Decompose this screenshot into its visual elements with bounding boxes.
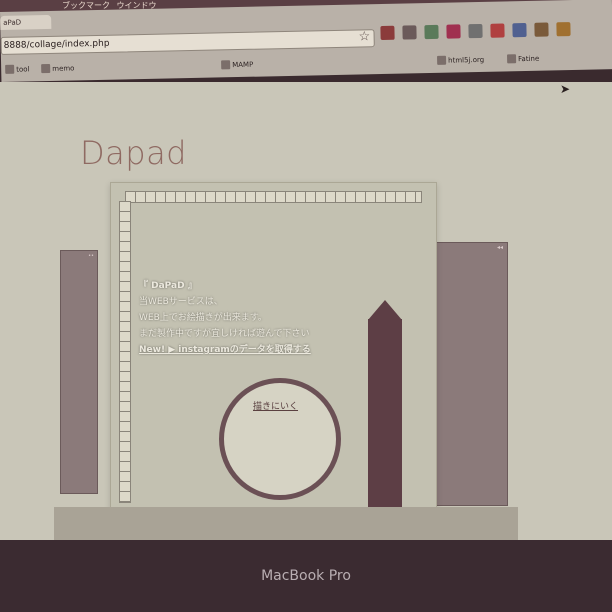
extension-icon[interactable] (402, 25, 417, 40)
intro-line: WEB上でお絵描きが出来ます。 (139, 313, 267, 323)
bookmark-fatine[interactable]: Fatine (506, 54, 539, 64)
mamp-icon (221, 60, 231, 70)
address-bar[interactable]: 8888/collage/index.php (0, 29, 375, 55)
ruler-top (125, 191, 422, 203)
page-icon (506, 54, 517, 64)
extension-icon[interactable] (490, 23, 505, 38)
intro-title: 『 DaPaD 』 (139, 281, 197, 291)
draw-circle-button[interactable] (219, 378, 341, 500)
folder-icon (41, 63, 51, 74)
extension-icon[interactable] (424, 24, 439, 40)
bookmark-memo[interactable]: memo (41, 63, 75, 74)
laptop-brand: MacBook Pro (261, 568, 351, 584)
menu-bookmarks[interactable]: ブックマーク (62, 1, 110, 10)
intro-line: 当WEBサービスは、 (139, 297, 223, 307)
desk-surface (54, 507, 518, 543)
extension-icon[interactable] (512, 22, 527, 38)
page-icon (437, 55, 447, 65)
stylus-tip (368, 300, 402, 320)
site-logo[interactable]: Dapad (80, 134, 187, 172)
stylus-pen (368, 319, 402, 539)
tablet-buttons-icon: •• (88, 253, 94, 259)
ruler-left (119, 201, 131, 503)
decorative-tablet-left: •• (60, 250, 98, 494)
draw-link[interactable]: 描きにいく (253, 399, 298, 412)
extension-icon[interactable] (380, 25, 395, 41)
bookmark-html5j[interactable]: html5j.org (437, 55, 484, 65)
mouse-cursor-icon: ➤ (560, 82, 571, 96)
instagram-link[interactable]: New! ▶ instagramのデータを取得する (139, 345, 311, 355)
news-link[interactable]: New! ▶ instagramのデータを取得する (139, 342, 311, 358)
web-page: ➤ Dapad •• ◂◂ 『 DaPaD 』 当WEBサービスは、 WEB上で… (0, 82, 612, 543)
browser-chrome: aPaD 8888/collage/index.php ☆ tool memo … (0, 0, 612, 82)
bookmark-star-icon[interactable]: ☆ (358, 29, 370, 44)
extension-icon[interactable] (446, 24, 461, 39)
extension-icon[interactable] (468, 23, 483, 39)
bookmark-tool[interactable]: tool (5, 64, 30, 74)
decorative-tablet-right: ◂◂ (436, 242, 508, 506)
tablet-buttons-icon: ◂◂ (496, 244, 503, 251)
intro-text: 『 DaPaD 』 当WEBサービスは、 WEB上でお絵描きが出来ます。 まだ製… (139, 278, 311, 358)
folder-icon (5, 64, 15, 74)
extension-icon[interactable] (534, 22, 549, 37)
intro-line: まだ製作中ですが宜しければ遊んで下さい (139, 329, 310, 339)
bookmark-mamp[interactable]: MAMP (221, 60, 253, 70)
extension-icon[interactable] (556, 22, 571, 37)
browser-tab[interactable]: aPaD (0, 14, 52, 30)
